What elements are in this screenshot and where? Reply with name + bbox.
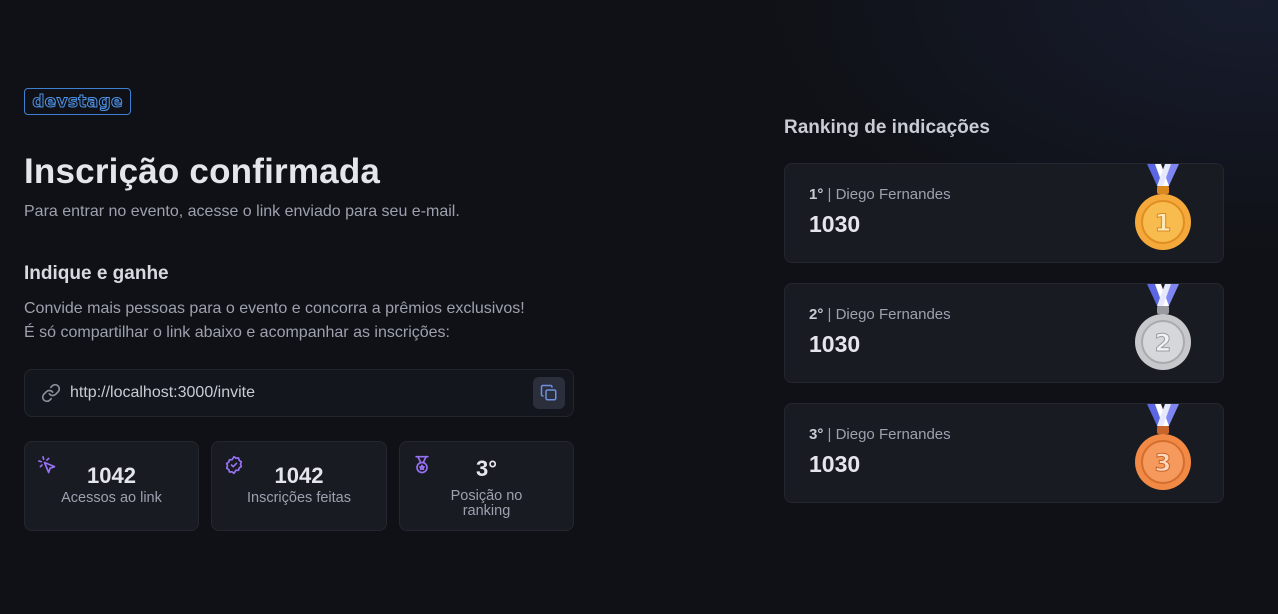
ranking-label: 1° | Diego Fernandes — [809, 186, 951, 203]
stat-label: Posição no ranking — [400, 489, 573, 519]
ranking-name: | Diego Fernandes — [827, 306, 951, 323]
ranking-score: 1030 — [809, 451, 861, 477]
stat-card-link-access: 1042 Acessos ao link — [24, 441, 199, 531]
page-title: Inscrição confirmada — [24, 152, 381, 191]
ranking-position: 3° — [809, 426, 824, 443]
stat-label: Acessos ao link — [61, 490, 162, 506]
stat-card-ranking-position: 3° Posição no ranking — [399, 441, 574, 531]
invite-link-text[interactable]: http://localhost:3000/invite — [70, 384, 255, 402]
medal-icon — [412, 455, 432, 475]
ranking-name: | Diego Fernandes — [827, 186, 951, 203]
medal-number: 3 — [1155, 449, 1172, 477]
bronze-medal-icon: 3 — [1135, 404, 1191, 490]
referral-desc-line-1: Convide mais pessoas para o evento e con… — [24, 300, 525, 317]
ranking-label: 2° | Diego Fernandes — [809, 306, 951, 323]
stat-label-line-2: ranking — [462, 503, 511, 519]
medal-number: 2 — [1155, 329, 1172, 357]
referral-desc-line-2: É só compartilhar o link abaixo e acompa… — [24, 324, 450, 341]
copy-link-button[interactable] — [533, 377, 565, 409]
invite-link-field[interactable]: http://localhost:3000/invite — [24, 369, 574, 417]
ranking-label: 3° | Diego Fernandes — [809, 426, 951, 443]
link-icon — [41, 383, 61, 403]
referral-title: Indique e ganhe — [24, 263, 169, 284]
ranking-item-3: 3° | Diego Fernandes 1030 3 — [784, 403, 1224, 503]
ranking-item-2: 2° | Diego Fernandes 1030 2 — [784, 283, 1224, 383]
ranking-name: | Diego Fernandes — [827, 426, 951, 443]
ranking-position: 2° — [809, 306, 824, 323]
cursor-click-icon — [37, 455, 57, 475]
copy-icon — [540, 384, 558, 402]
ranking-score: 1030 — [809, 211, 861, 237]
ranking-position: 1° — [809, 186, 824, 203]
page-subtitle: Para entrar no evento, acesse o link env… — [24, 203, 460, 220]
badge-check-icon — [224, 455, 244, 475]
silver-medal-icon: 2 — [1135, 284, 1191, 370]
stats-row: 1042 Acessos ao link 1042 Inscrições fei… — [24, 441, 574, 531]
gold-medal-icon: 1 — [1135, 164, 1191, 250]
stat-label-line-1: Posição no — [450, 488, 523, 504]
ranking-score: 1030 — [809, 331, 861, 357]
referral-description: Convide mais pessoas para o evento e con… — [24, 297, 525, 345]
stat-card-subscriptions: 1042 Inscrições feitas — [211, 441, 387, 531]
ranking-item-1: 1° | Diego Fernandes 1030 1 — [784, 163, 1224, 263]
stat-label: Inscrições feitas — [247, 490, 351, 506]
ranking-title: Ranking de indicações — [784, 117, 990, 138]
medal-number: 1 — [1155, 209, 1172, 237]
devstage-logo[interactable]: devstage — [24, 88, 131, 115]
